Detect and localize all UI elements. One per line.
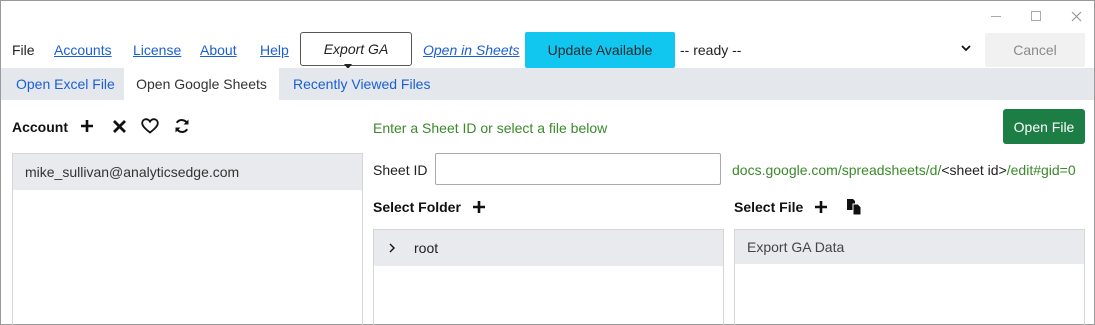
folder-list: root: [373, 229, 724, 325]
open-file-button[interactable]: Open File: [1003, 109, 1085, 144]
plus-icon: [815, 201, 827, 213]
select-folder-label: Select Folder: [373, 199, 461, 215]
refresh-accounts-button[interactable]: [172, 116, 192, 136]
menu-license[interactable]: License: [133, 42, 181, 58]
close-button[interactable]: [1057, 1, 1095, 31]
favorite-account-button[interactable]: [140, 116, 160, 136]
url-sheet-id-placeholder: <sheet id>: [941, 162, 1007, 178]
account-list: mike_sullivan@analyticsedge.com: [12, 153, 363, 325]
folder-list-item[interactable]: root: [374, 230, 723, 266]
export-ga-button[interactable]: Export GA: [300, 32, 412, 69]
export-ga-label: Export GA: [323, 41, 389, 57]
account-label: Account: [12, 119, 68, 135]
folder-name: root: [414, 240, 439, 256]
sheet-id-input[interactable]: [435, 153, 721, 185]
cancel-button[interactable]: Cancel: [985, 33, 1085, 67]
chevron-right-icon[interactable]: [387, 242, 397, 254]
copy-file-button[interactable]: [844, 197, 864, 217]
close-icon: [1071, 11, 1081, 21]
tab-open-google-sheets[interactable]: Open Google Sheets: [124, 68, 279, 100]
add-account-button[interactable]: [77, 116, 97, 136]
select-file-label: Select File: [734, 199, 804, 215]
menu-about[interactable]: About: [200, 42, 237, 58]
file-list: Export GA Data: [734, 229, 1085, 325]
refresh-icon: [175, 119, 189, 133]
account-list-item[interactable]: mike_sullivan@analyticsedge.com: [13, 154, 362, 190]
heart-icon: [141, 118, 159, 134]
app-window: File Accounts License About Help Export …: [0, 0, 1095, 325]
x-icon: [112, 119, 126, 133]
open-in-sheets-link[interactable]: Open in Sheets: [423, 42, 520, 58]
menu-file[interactable]: File: [12, 42, 35, 58]
add-file-button[interactable]: [811, 197, 831, 217]
menu-bar: File Accounts License About Help Export …: [1, 32, 1094, 69]
tab-open-excel-file[interactable]: Open Excel File: [4, 68, 127, 100]
chevron-down-icon: [961, 45, 971, 52]
url-suffix: /edit#gid=0: [1006, 162, 1076, 178]
minimize-button[interactable]: [977, 1, 1015, 31]
plus-icon: [81, 120, 93, 132]
tab-recently-viewed-files[interactable]: Recently Viewed Files: [281, 68, 442, 100]
copy-icon: [847, 199, 862, 216]
status-select[interactable]: -- ready --: [675, 33, 977, 67]
tab-bar: Open Excel File Open Google Sheets Recen…: [1, 68, 1094, 100]
file-list-item[interactable]: Export GA Data: [735, 230, 1084, 264]
remove-account-button[interactable]: [109, 116, 129, 136]
url-prefix: docs.google.com/spreadsheets/d/: [732, 162, 942, 178]
status-value: -- ready --: [680, 42, 742, 58]
instruction-text: Enter a Sheet ID or select a file below: [373, 120, 608, 136]
add-folder-button[interactable]: [469, 197, 489, 217]
menu-accounts[interactable]: Accounts: [54, 42, 112, 58]
maximize-icon: [1031, 11, 1041, 21]
title-bar: [1, 1, 1094, 31]
menu-help[interactable]: Help: [260, 42, 289, 58]
plus-icon: [473, 201, 485, 213]
minimize-icon: [991, 15, 1001, 17]
sheet-id-label: Sheet ID: [373, 162, 428, 178]
sheet-url-format: docs.google.com/spreadsheets/d/<sheet id…: [732, 162, 1076, 178]
update-available-button[interactable]: Update Available: [525, 32, 675, 68]
maximize-button[interactable]: [1017, 1, 1055, 31]
